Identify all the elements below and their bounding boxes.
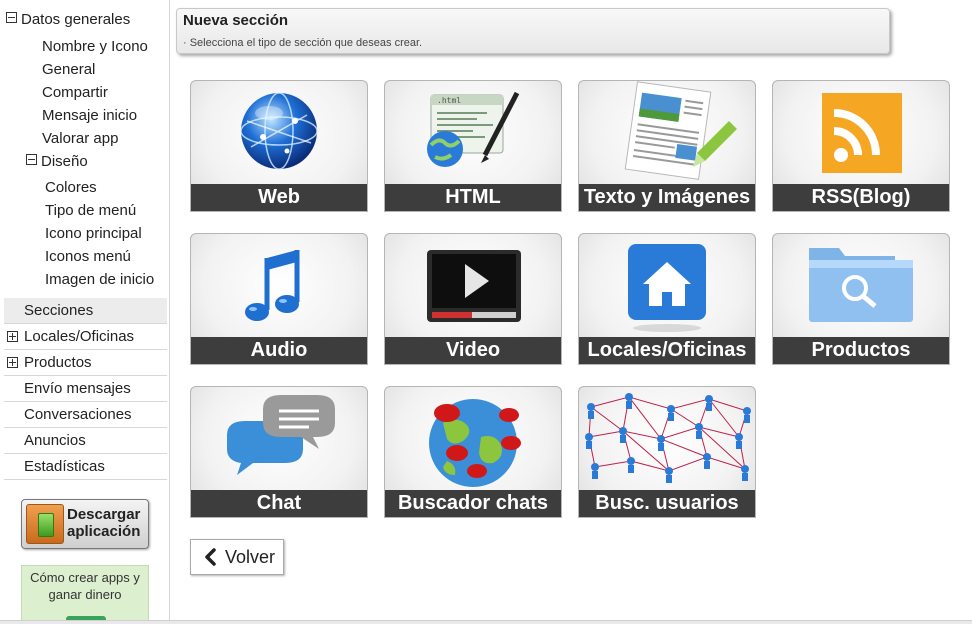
tile-buscador-chats[interactable]: Buscador chats xyxy=(384,386,562,518)
download-app-button[interactable]: Descargar aplicación xyxy=(21,499,149,549)
html-editor-icon: .html xyxy=(427,91,520,167)
sidebar: Datos generales Nombre y Icono General C… xyxy=(0,0,170,624)
menu-anuncios[interactable]: Anuncios xyxy=(4,428,167,454)
tile-locales-oficinas-label: Locales/Oficinas xyxy=(579,337,755,364)
tile-busc-usuarios[interactable]: Busc. usuarios xyxy=(578,386,756,518)
tree-datos-generales-label: Datos generales xyxy=(21,11,131,28)
expand-icon[interactable] xyxy=(7,357,18,368)
menu-envio-mensajes[interactable]: Envío mensajes xyxy=(4,376,167,402)
tile-audio[interactable]: Audio xyxy=(190,233,368,365)
tree-item-iconos-menu[interactable]: Iconos menú xyxy=(45,247,131,267)
home-icon xyxy=(628,244,706,332)
tile-web[interactable]: Web xyxy=(190,80,368,212)
tile-texto-imagenes-label: Texto y Imágenes xyxy=(579,184,755,211)
menu-secciones[interactable]: Secciones xyxy=(4,298,167,324)
menu-conversaciones[interactable]: Conversaciones xyxy=(4,402,167,428)
tile-productos-label: Productos xyxy=(773,337,949,364)
tile-productos[interactable]: Productos xyxy=(772,233,950,365)
tile-chat[interactable]: Chat xyxy=(190,386,368,518)
tree-item-general[interactable]: General xyxy=(42,60,95,80)
tree-item-mensaje-inicio[interactable]: Mensaje inicio xyxy=(42,106,137,126)
menu-locales-label: Locales/Oficinas xyxy=(24,328,135,345)
tree-item-compartir[interactable]: Compartir xyxy=(42,83,108,103)
expand-icon[interactable] xyxy=(7,331,18,342)
tree-item-colores[interactable]: Colores xyxy=(45,178,97,198)
chevron-left-icon xyxy=(205,548,216,566)
page-subtitle: · Selecciona el tipo de sección que dese… xyxy=(183,37,423,49)
collapse-icon[interactable] xyxy=(26,154,37,165)
tree-item-tipo-menu[interactable]: Tipo de menú xyxy=(45,201,136,221)
tile-video-label: Video xyxy=(385,337,561,364)
chat-bubbles-icon xyxy=(227,395,335,475)
video-player-icon xyxy=(427,250,521,322)
menu-locales-oficinas[interactable]: Locales/Oficinas xyxy=(4,324,167,350)
tile-chat-label: Chat xyxy=(191,490,367,517)
document-image-icon xyxy=(624,81,737,180)
section-header: Nueva sección · Selecciona el tipo de se… xyxy=(176,8,890,54)
promo-text: Cómo crear apps y ganar dinero xyxy=(30,570,140,602)
back-button[interactable]: Volver xyxy=(190,539,284,575)
tile-rss-blog-label: RSS(Blog) xyxy=(773,184,949,211)
back-button-label: Volver xyxy=(225,547,276,567)
tile-web-label: Web xyxy=(191,184,367,211)
globe-chat-icon xyxy=(429,399,521,487)
tile-html[interactable]: .html HTML xyxy=(384,80,562,212)
tile-busc-usuarios-label: Busc. usuarios xyxy=(579,490,755,517)
globe-icon xyxy=(240,92,318,170)
tree-item-imagen-inicio[interactable]: Imagen de inicio xyxy=(45,270,154,290)
tree-diseno-label: Diseño xyxy=(41,153,88,170)
tree-item-nombre-icono[interactable]: Nombre y Icono xyxy=(42,37,148,57)
menu-productos-label: Productos xyxy=(24,354,92,371)
bottom-divider xyxy=(0,620,972,624)
download-app-label: Descargar aplicación xyxy=(67,506,141,540)
tile-audio-label: Audio xyxy=(191,337,367,364)
tree-item-valorar-app[interactable]: Valorar app xyxy=(42,129,118,149)
tree-item-icono-principal[interactable]: Icono principal xyxy=(45,224,142,244)
page-title: Nueva sección xyxy=(183,12,289,29)
promo-banner[interactable]: Cómo crear apps y ganar dinero xyxy=(21,565,149,624)
folder-search-icon xyxy=(809,248,913,322)
collapse-icon[interactable] xyxy=(6,12,17,23)
tile-video[interactable]: Video xyxy=(384,233,562,365)
rss-icon xyxy=(822,93,902,173)
menu-productos[interactable]: Productos xyxy=(4,350,167,376)
svg-text:.html: .html xyxy=(437,96,461,105)
menu-estadisticas[interactable]: Estadísticas xyxy=(4,454,167,480)
user-network-icon xyxy=(585,393,751,483)
download-icon xyxy=(26,504,64,544)
tile-texto-imagenes[interactable]: Texto y Imágenes xyxy=(578,80,756,212)
tile-html-label: HTML xyxy=(385,184,561,211)
tile-buscador-chats-label: Buscador chats xyxy=(385,490,561,517)
tree-diseno[interactable]: Diseño xyxy=(26,152,88,172)
tree-datos-generales[interactable]: Datos generales xyxy=(6,10,130,30)
tile-rss-blog[interactable]: RSS(Blog) xyxy=(772,80,950,212)
music-note-icon xyxy=(245,250,300,321)
tile-locales-oficinas[interactable]: Locales/Oficinas xyxy=(578,233,756,365)
